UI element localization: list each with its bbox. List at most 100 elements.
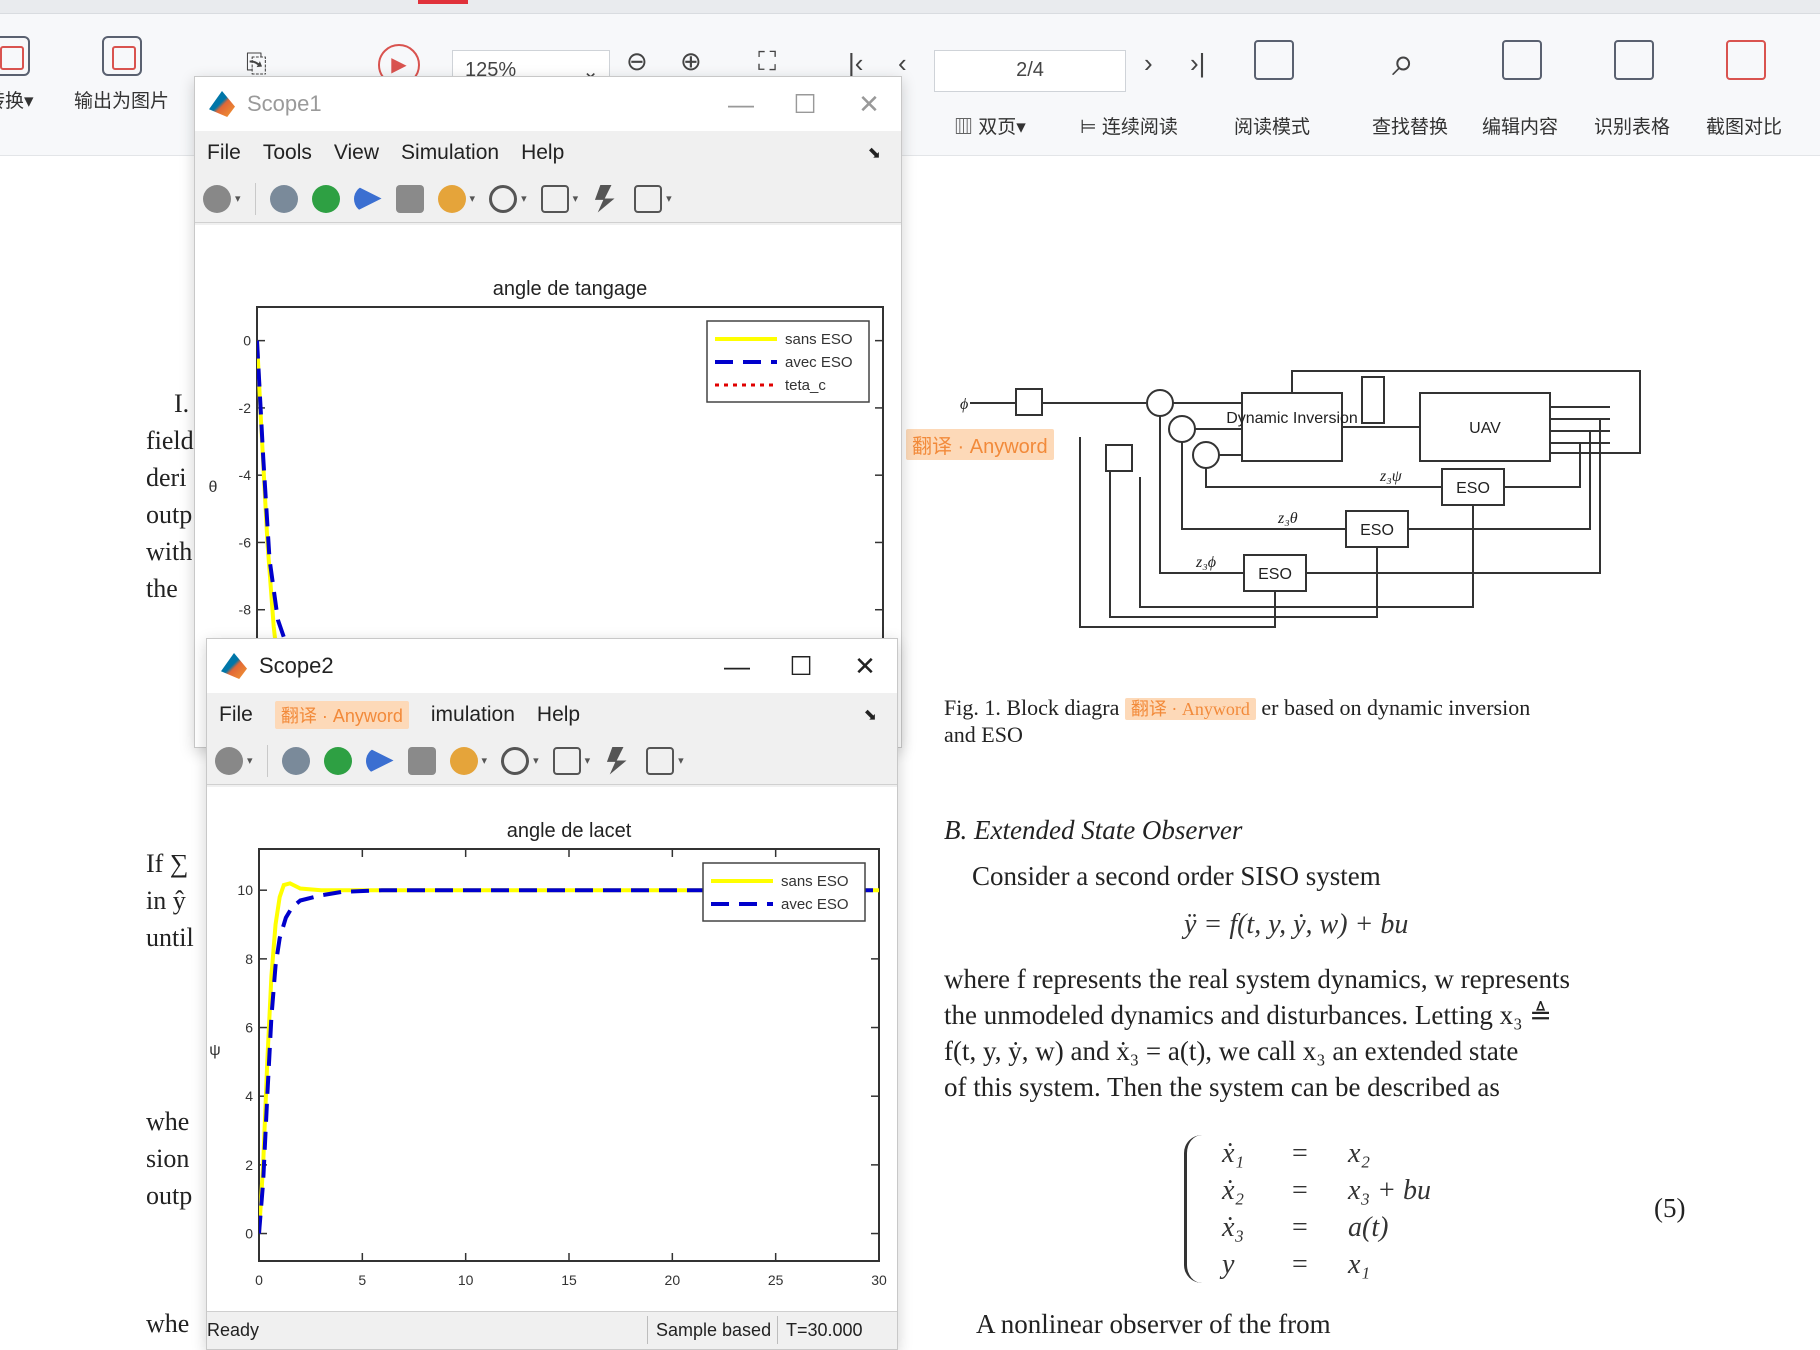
sum-junction <box>1146 389 1174 417</box>
first-page-icon[interactable]: |‹ <box>848 48 863 79</box>
chevron-down-icon[interactable]: ▾ <box>533 754 539 767</box>
screenshot-compare-icon[interactable] <box>1726 40 1766 80</box>
legend-label: avec ESO <box>781 896 849 913</box>
chevron-down-icon[interactable]: ▾ <box>521 192 527 205</box>
continuous-read-button[interactable]: ⊨ 连续阅读 <box>1080 112 1178 139</box>
dynamic-inversion-block <box>1241 392 1343 462</box>
search-replace-icon[interactable]: ⌕ <box>1392 40 1414 85</box>
search-replace-button[interactable]: 查找替换 <box>1372 112 1448 139</box>
minimize-icon[interactable]: — <box>709 77 773 131</box>
chevron-down-icon[interactable]: ▾ <box>482 754 488 767</box>
maximize-icon[interactable]: ☐ <box>769 639 833 693</box>
last-page-icon[interactable]: ›| <box>1190 48 1205 79</box>
menu-simulation[interactable]: imulation <box>431 703 515 727</box>
zoom-icon[interactable] <box>489 184 518 213</box>
maximize-icon[interactable]: ☐ <box>773 77 837 131</box>
diagram-gain-block <box>1015 388 1043 416</box>
pin-icon[interactable]: ⬊ <box>868 143 881 163</box>
status-sample-mode: Sample based <box>647 1316 779 1344</box>
menu-simulation[interactable]: Simulation <box>401 141 499 165</box>
menu-tools[interactable]: Tools <box>263 141 312 165</box>
minimize-icon[interactable]: — <box>705 639 769 693</box>
caption-text: er based on dynamic inversion <box>1261 695 1531 720</box>
close-icon[interactable]: ✕ <box>837 77 901 131</box>
z3psi-label: z₃ψ <box>1379 468 1403 485</box>
step-forward-icon[interactable] <box>353 184 382 213</box>
zoom-icon[interactable] <box>501 746 530 775</box>
run-icon[interactable] <box>311 184 340 213</box>
menu-help[interactable]: Help <box>521 141 564 165</box>
stop-icon[interactable] <box>395 184 424 213</box>
scope2-window[interactable]: Scope2 — ☐ ✕ File 翻译 · Anyword imulation… <box>206 638 898 1350</box>
y-tick-label: 10 <box>237 882 253 898</box>
menu-help[interactable]: Help <box>537 703 580 727</box>
scope1-menubar: File Tools View Simulation Help ⬊ <box>195 131 901 175</box>
settings-gear-icon[interactable] <box>215 746 243 775</box>
screenshot-compare-button[interactable]: 截图对比 <box>1706 112 1782 139</box>
dual-page-button[interactable]: ▥ 双页▾ <box>954 112 1026 139</box>
measure-icon[interactable] <box>634 184 663 213</box>
read-mode-icon[interactable] <box>1254 40 1294 80</box>
recognize-table-icon[interactable] <box>1614 40 1654 80</box>
step-back-icon[interactable] <box>269 184 298 213</box>
settings-gear-icon[interactable] <box>203 184 231 213</box>
chevron-down-icon[interactable]: ▾ <box>235 192 241 205</box>
scope1-title: Scope1 <box>247 91 322 116</box>
x-tick-label: 20 <box>665 1272 681 1288</box>
trigger-icon[interactable] <box>606 746 627 775</box>
close-icon[interactable]: ✕ <box>833 639 897 693</box>
zoom-out-icon[interactable]: ⊖ <box>626 46 648 77</box>
measure-icon[interactable] <box>646 746 675 775</box>
x-tick-label: 5 <box>358 1272 366 1288</box>
paragraph-line: the unmodeled dynamics and disturbances.… <box>944 1000 1552 1030</box>
chevron-down-icon[interactable]: ▾ <box>573 192 579 205</box>
fit-page-icon[interactable]: ⛶ <box>758 46 776 78</box>
menu-view[interactable]: View <box>334 141 379 165</box>
eq-lhs: ẋ₂ <box>1222 1175 1245 1206</box>
autoscale-icon[interactable] <box>552 746 581 775</box>
highlight-icon[interactable] <box>449 746 478 775</box>
floating-translation-overlay[interactable]: 翻译 · Anyword <box>906 429 1054 460</box>
highlight-icon[interactable] <box>437 184 466 213</box>
export-image-button[interactable]: 输出为图片 <box>74 36 169 113</box>
menu-file[interactable]: File <box>219 703 253 727</box>
next-page-icon[interactable]: › <box>1144 48 1153 79</box>
menu-file[interactable]: File <box>207 141 241 165</box>
dual-page-icon: ▥ <box>954 117 979 138</box>
export-image-icon <box>101 36 142 76</box>
convert-button[interactable]: 转换▾ <box>0 36 34 113</box>
stop-icon[interactable] <box>407 746 436 775</box>
autoscale-icon[interactable] <box>540 184 569 213</box>
system-equation: ẋ₁ = x₂ ẋ₂ = x₃ + bu ẋ₃ = a(t) y = x₁ <box>1222 1135 1431 1283</box>
matlab-logo-icon <box>209 91 235 117</box>
left-fragment: If ∑ <box>146 849 189 878</box>
prev-page-icon[interactable]: ‹ <box>898 48 907 79</box>
chevron-down-icon[interactable]: ▾ <box>678 754 684 767</box>
paragraph-line: of this system. Then the system can be d… <box>944 1072 1500 1102</box>
menu-translation-overlay[interactable]: 翻译 · Anyword <box>274 701 409 729</box>
chevron-down-icon[interactable]: ▾ <box>666 192 672 205</box>
chevron-down-icon[interactable]: ▾ <box>470 192 476 205</box>
caption-redaction: 翻译 · Anyword <box>1124 698 1256 720</box>
y-tick-label: 8 <box>245 951 253 967</box>
step-forward-icon[interactable] <box>365 746 394 775</box>
chevron-down-icon[interactable]: ▾ <box>247 754 253 767</box>
edit-content-button[interactable]: 编辑内容 <box>1482 112 1558 139</box>
zoom-in-icon[interactable]: ⊕ <box>680 46 702 77</box>
x-tick-label: 10 <box>458 1272 474 1288</box>
left-column-text-4: whe <box>146 1305 206 1342</box>
recognize-table-button[interactable]: 识别表格 <box>1594 112 1670 139</box>
pin-icon[interactable]: ⬊ <box>864 705 877 725</box>
eq-op: = <box>1292 1138 1308 1169</box>
read-mode-button[interactable]: 阅读模式 <box>1234 112 1310 139</box>
y-tick-label: -4 <box>239 467 252 483</box>
step-back-icon[interactable] <box>281 746 310 775</box>
trigger-icon[interactable] <box>594 184 615 213</box>
chevron-down-icon[interactable]: ▾ <box>585 754 591 767</box>
run-icon[interactable] <box>323 746 352 775</box>
page-input[interactable]: 2/4 <box>934 50 1126 92</box>
y-tick-label: -8 <box>239 602 252 618</box>
edit-content-icon[interactable] <box>1502 40 1542 80</box>
phi-label: ϕ <box>960 396 968 413</box>
scope2-statusbar: Ready Sample based T=30.000 <box>207 1311 897 1349</box>
